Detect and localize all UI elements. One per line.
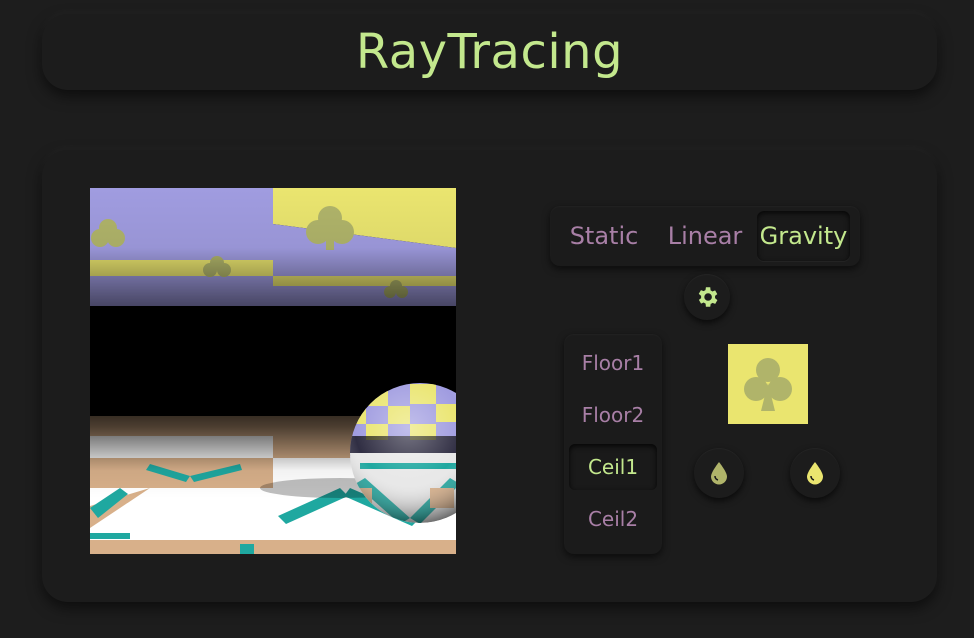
raytraced-scene [90, 188, 456, 554]
background-color-button[interactable] [790, 448, 840, 498]
mode-static-button[interactable]: Static [555, 211, 653, 261]
club-icon [744, 358, 792, 411]
app-title: RayTracing [355, 24, 624, 80]
mode-linear-button[interactable]: Linear [653, 211, 757, 261]
texture-ceil1-button[interactable]: Ceil1 [569, 444, 657, 490]
texture-floor1-button[interactable]: Floor1 [569, 340, 657, 386]
texture-ceil2-button[interactable]: Ceil2 [569, 496, 657, 542]
gear-icon [698, 287, 718, 307]
pattern-swatch[interactable] [728, 344, 808, 424]
texture-target-selector: Floor1 Floor2 Ceil1 Ceil2 [564, 334, 662, 554]
mode-gravity-button[interactable]: Gravity [757, 211, 850, 261]
render-viewport[interactable] [90, 188, 456, 554]
droplet-icon [807, 462, 823, 485]
droplet-icon [711, 462, 727, 485]
motion-mode-selector: Static Linear Gravity [550, 206, 860, 266]
title-bar: RayTracing [42, 14, 937, 90]
texture-floor2-button[interactable]: Floor2 [569, 392, 657, 438]
symbol-color-button[interactable] [694, 448, 744, 498]
settings-button[interactable] [684, 274, 730, 320]
